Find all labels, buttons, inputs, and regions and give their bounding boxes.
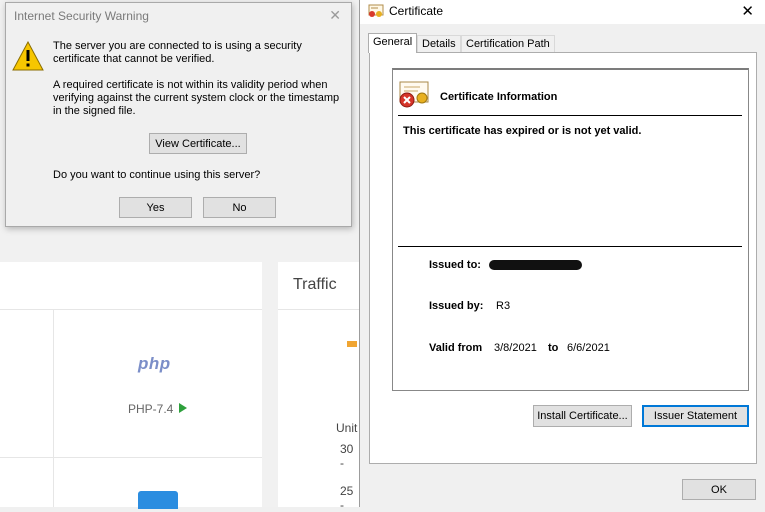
tab-details[interactable]: Details [417,35,461,52]
general-tab-panel: Certificate Information This certificate… [369,52,757,464]
play-icon[interactable] [179,403,187,413]
php-version[interactable]: PHP-7.4 [128,402,173,416]
validity-message: A required certificate is not within its… [53,79,340,117]
valid-from-label: Valid from [429,342,483,354]
view-certificate-button[interactable]: View Certificate... [149,133,247,154]
ok-button[interactable]: OK [682,479,756,500]
tab-certification-path[interactable]: Certification Path [461,35,555,52]
axis-label: Unit [336,421,358,435]
divider [398,115,742,116]
certificate-icon [368,4,384,17]
divider [398,246,742,247]
continue-question: Do you want to continue using this serve… [53,169,261,181]
card-divider [278,309,360,310]
close-icon[interactable]: ✕ [329,7,341,24]
install-certificate-button[interactable]: Install Certificate... [533,405,632,427]
close-icon[interactable]: ✕ [741,2,754,20]
warning-icon [12,41,44,71]
php-logo: php [138,354,171,373]
mail-icon[interactable] [138,491,178,509]
traffic-title: Traffic [293,276,337,293]
status-message: This certificate has expired or is not y… [403,125,642,137]
issued-to-label: Issued to: [429,259,481,271]
valid-to-label: to [548,342,559,354]
dialog-title: Certificate [389,4,444,18]
card-divider [53,309,54,507]
security-warning-dialog: Internet Security Warning ✕ The server y… [5,2,352,227]
card-divider [0,457,262,458]
info-heading: Certificate Information [440,91,558,103]
issued-by-value: R3 [496,300,511,312]
warning-message: The server you are connected to is using… [53,40,302,65]
issuer-statement-button[interactable]: Issuer Statement [642,405,749,427]
tab-general[interactable]: General [368,33,418,53]
valid-from-value: 3/8/2021 [494,342,537,354]
traffic-bar [347,341,357,347]
dialog-title: Internet Security Warning [14,9,149,23]
certificate-dialog: Certificate ✕ General Details Certificat… [359,0,765,507]
valid-to-value: 6/6/2021 [567,342,610,354]
card-divider [0,309,262,310]
issued-to-value-redacted [489,260,582,270]
issued-by-label: Issued by: [429,300,484,312]
stats-card [0,262,262,507]
traffic-card [278,262,360,507]
title-bar: Certificate ✕ [360,0,765,24]
invalid-certificate-icon [399,81,429,108]
axis-tick: 25 - [340,484,354,512]
yes-button[interactable]: Yes [119,197,192,218]
certificate-info-box: Certificate Information This certificate… [392,68,749,391]
axis-tick: 30 - [340,442,354,470]
no-button[interactable]: No [203,197,276,218]
